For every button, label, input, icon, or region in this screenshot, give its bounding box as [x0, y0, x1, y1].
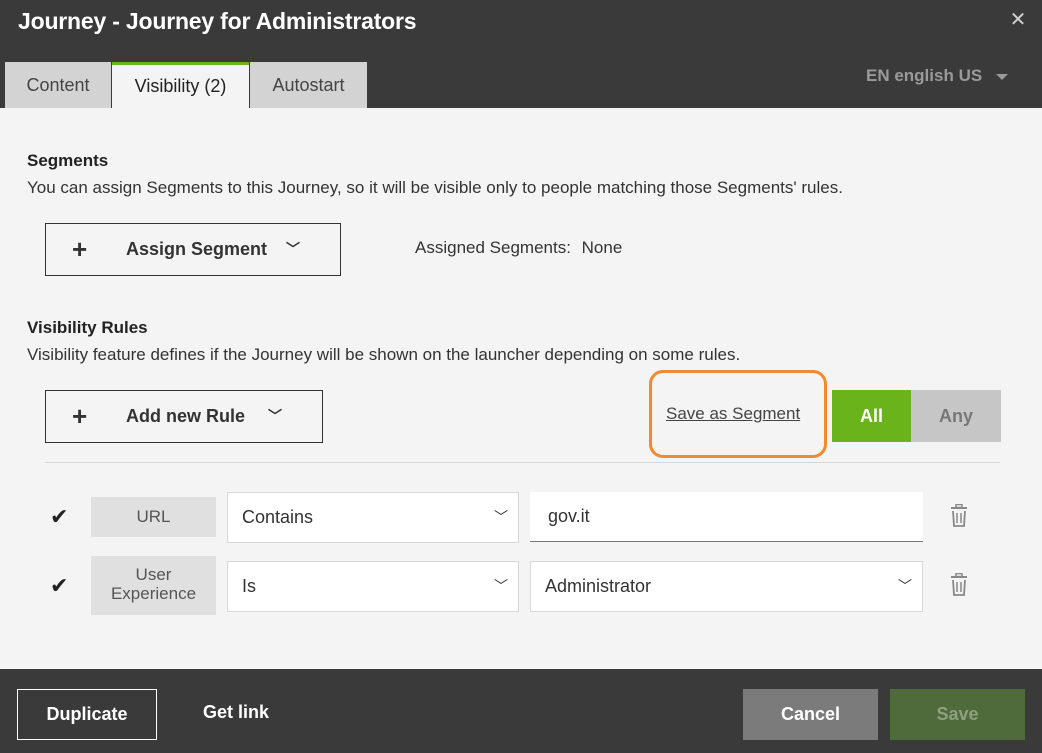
tab-visibility[interactable]: Visibility (2): [112, 62, 249, 108]
visibility-rules-title: Visibility Rules: [27, 318, 148, 337]
tab-content[interactable]: Content: [5, 62, 111, 108]
add-new-rule-label: Add new Rule: [126, 406, 246, 426]
checkmark-icon: ✔: [50, 504, 69, 529]
chevron-down-icon: ﹀: [494, 509, 508, 525]
plus-icon: +: [72, 401, 88, 431]
visibility-rules-description: Visibility feature defines if the Journe…: [27, 345, 741, 364]
chevron-down-icon: ﹀: [494, 578, 508, 594]
assigned-segments-label: Assigned Segments:: [415, 238, 571, 257]
duplicate-button[interactable]: Duplicate: [17, 689, 157, 740]
rule-attribute-url: URL: [91, 497, 216, 537]
rule-operator-value: Is: [242, 576, 257, 596]
tab-autostart[interactable]: Autostart: [250, 62, 367, 108]
checkmark-icon: ✔: [50, 573, 69, 598]
language-selector[interactable]: EN english US: [866, 66, 1009, 86]
assign-segment-label: Assign Segment: [126, 239, 268, 259]
rule-attribute-user-experience: User Experience: [91, 556, 216, 615]
save-button[interactable]: Save: [890, 689, 1025, 740]
segments-description: You can assign Segments to this Journey,…: [27, 178, 843, 197]
match-all-toggle[interactable]: All: [832, 390, 911, 442]
modal-title: Journey - Journey for Administrators: [18, 8, 417, 34]
chevron-down-icon: ﹀: [898, 578, 912, 594]
trash-icon[interactable]: [948, 573, 970, 597]
assign-segment-button[interactable]: + Assign Segment ﹀: [45, 223, 341, 276]
save-as-segment-link[interactable]: Save as Segment: [666, 404, 800, 424]
assigned-segments-value: None: [581, 238, 623, 257]
chevron-down-icon: [996, 73, 1009, 80]
get-link-button[interactable]: Get link: [203, 702, 269, 723]
chevron-down-icon: ﹀: [286, 241, 300, 257]
add-new-rule-button[interactable]: + Add new Rule ﹀: [45, 390, 323, 443]
divider: [45, 462, 1000, 463]
rule-operator-select[interactable]: Is ﹀: [227, 561, 519, 612]
rule-operator-select[interactable]: Contains ﹀: [227, 492, 519, 543]
rule-value-select[interactable]: Administrator ﹀: [530, 561, 923, 612]
close-icon[interactable]: ✕: [1008, 10, 1028, 30]
chevron-down-icon: ﹀: [268, 408, 282, 424]
rule-operator-value: Contains: [242, 507, 314, 527]
cancel-button[interactable]: Cancel: [743, 689, 878, 740]
trash-icon[interactable]: [948, 504, 970, 528]
segments-title: Segments: [27, 151, 109, 170]
rule-value-input[interactable]: gov.it: [530, 492, 923, 542]
plus-icon: +: [72, 234, 88, 264]
language-label: EN english US: [866, 66, 983, 85]
rule-value-selected: Administrator: [545, 576, 652, 596]
assigned-segments: Assigned Segments: None: [415, 238, 622, 258]
match-any-toggle[interactable]: Any: [911, 390, 1001, 442]
